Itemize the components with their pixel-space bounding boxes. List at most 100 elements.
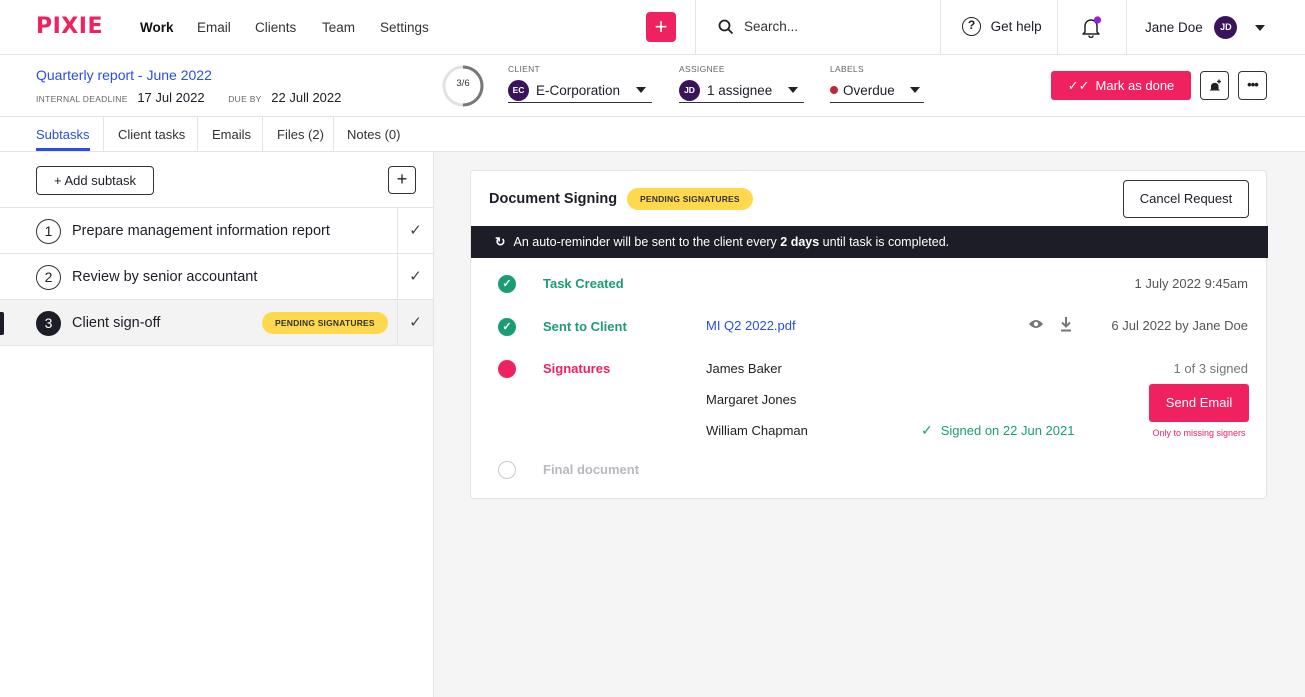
user-menu[interactable]: Jane Doe JD <box>1145 16 1266 39</box>
subtask-row[interactable]: 1 Prepare management information report … <box>0 207 433 254</box>
tab-notes[interactable]: Notes (0) <box>347 127 400 142</box>
view-document-button[interactable] <box>1028 318 1044 333</box>
send-email-button[interactable]: Send Email <box>1149 384 1249 422</box>
document-file-link[interactable]: MI Q2 2022.pdf <box>706 318 796 333</box>
add-subtask-icon-button[interactable]: + <box>388 166 416 194</box>
add-subtask-button[interactable]: + Add subtask <box>36 166 154 195</box>
step-signatures: Signatures <box>543 361 611 376</box>
subtask-number: 2 <box>36 265 61 290</box>
check-icon: ✓ <box>409 268 422 285</box>
get-help-label: Get help <box>990 19 1042 34</box>
complete-check-button[interactable]: ✓ <box>397 254 433 300</box>
complete-check-button[interactable]: ✓ <box>397 208 433 254</box>
client-name: E-Corporation <box>536 82 621 98</box>
due-by-label: DUE BY <box>228 94 262 104</box>
complete-check-button[interactable]: ✓ <box>397 300 433 346</box>
subtask-label: Prepare management information report <box>72 223 330 239</box>
step-task-created: Task Created <box>543 276 624 291</box>
send-email-note: Only to missing signers <box>1152 428 1246 438</box>
labels-label: LABELS <box>830 64 864 74</box>
signer-name: Margaret Jones <box>706 392 797 407</box>
tab-subtasks[interactable]: Subtasks <box>36 127 89 142</box>
cancel-request-button[interactable]: Cancel Request <box>1123 180 1249 218</box>
notifications-button[interactable] <box>1080 16 1102 41</box>
label-value: Overdue <box>843 82 895 98</box>
assignee-value: 1 assignee <box>707 82 773 98</box>
plus-icon: + <box>396 169 408 189</box>
client-dropdown[interactable]: EC E-Corporation <box>508 78 652 103</box>
subtask-label: Client sign-off <box>72 315 161 331</box>
reminder-text-post: until task is completed. <box>819 235 950 249</box>
more-options-button[interactable]: ••• <box>1238 71 1267 100</box>
search-input[interactable]: Search... <box>718 18 798 35</box>
client-field[interactable]: CLIENT EC E-Corporation <box>508 64 652 103</box>
get-help-button[interactable]: ? Get help <box>962 17 1042 36</box>
divider <box>262 117 263 152</box>
nav-clients[interactable]: Clients <box>255 20 296 35</box>
nav-work[interactable]: Work <box>140 20 174 35</box>
user-avatar: JD <box>1214 16 1238 39</box>
reminder-interval: 2 days <box>780 235 820 249</box>
divider <box>1057 0 1058 55</box>
subtasks-panel: + Add subtask + 1 Prepare management inf… <box>0 152 434 697</box>
label-color-dot <box>830 86 838 94</box>
subtask-row[interactable]: 2 Review by senior accountant ✓ <box>0 253 433 300</box>
check-circle-icon: ✓ <box>498 318 516 336</box>
empty-circle-icon <box>498 461 516 479</box>
subtask-label: Review by senior accountant <box>72 269 258 285</box>
tab-client-tasks[interactable]: Client tasks <box>118 127 185 142</box>
tab-emails[interactable]: Emails <box>212 127 251 142</box>
signer-name: William Chapman <box>706 423 808 438</box>
nav-team[interactable]: Team <box>322 20 355 35</box>
assignee-label: ASSIGNEE <box>679 64 725 74</box>
task-title[interactable]: Quarterly report - June 2022 <box>36 67 212 83</box>
chevron-down-icon <box>788 87 798 93</box>
mark-as-done-button[interactable]: ✓✓ Mark as done <box>1051 71 1191 100</box>
user-name: Jane Doe <box>1145 20 1203 35</box>
search-icon <box>718 19 734 34</box>
bell-add-button[interactable] <box>1200 71 1229 100</box>
divider <box>1126 0 1127 55</box>
pixie-logo[interactable]: PIXIE <box>36 14 103 39</box>
labels-dropdown[interactable]: Overdue <box>830 78 924 103</box>
search-placeholder: Search... <box>744 19 799 35</box>
subtask-number: 1 <box>36 219 61 244</box>
subtask-row-selected[interactable]: 3 Client sign-off PENDING SIGNATURES ✓ <box>0 299 433 346</box>
check-icon: ✓ <box>409 222 422 239</box>
document-signing-card: Document Signing PENDING SIGNATURES Canc… <box>470 170 1268 499</box>
labels-field[interactable]: LABELS Overdue <box>830 64 924 103</box>
task-tabs: Subtasks Client tasks Emails Files (2) N… <box>0 117 1305 152</box>
nav-settings[interactable]: Settings <box>380 20 429 35</box>
progress-ring: 3/6 <box>441 64 485 108</box>
download-document-button[interactable] <box>1060 316 1072 335</box>
client-avatar: EC <box>508 79 529 101</box>
chevron-down-icon <box>910 87 920 93</box>
chevron-down-icon <box>1255 24 1266 31</box>
refresh-icon: ↻ <box>495 235 506 249</box>
chevron-down-icon <box>636 87 646 93</box>
assignee-dropdown[interactable]: JD 1 assignee <box>679 78 804 103</box>
check-icon: ✓ <box>409 314 422 331</box>
step-created-date: 1 July 2022 9:45am <box>1134 276 1248 291</box>
status-badge: PENDING SIGNATURES <box>627 188 753 210</box>
auto-reminder-banner: ↻ An auto-reminder will be sent to the cl… <box>471 226 1268 258</box>
signature-count: 1 of 3 signed <box>1173 361 1248 376</box>
tab-files[interactable]: Files (2) <box>277 127 324 142</box>
selected-indicator <box>0 312 4 335</box>
assignee-field[interactable]: ASSIGNEE JD 1 assignee <box>679 64 804 103</box>
assignee-avatar: JD <box>679 79 700 101</box>
client-label: CLIENT <box>508 64 541 74</box>
reminder-text-pre: An auto-reminder will be sent to the cli… <box>513 235 781 249</box>
mark-as-done-label: Mark as done <box>1095 78 1175 93</box>
status-badge: PENDING SIGNATURES <box>262 312 388 334</box>
subtask-number: 3 <box>36 311 61 336</box>
add-new-button[interactable]: + <box>646 12 676 42</box>
step-sent-to-client: Sent to Client <box>543 319 627 334</box>
divider <box>940 0 941 55</box>
divider <box>197 117 198 152</box>
nav-email[interactable]: Email <box>197 20 231 35</box>
help-icon: ? <box>962 17 981 36</box>
divider <box>103 117 104 152</box>
divider <box>333 117 334 152</box>
internal-deadline-value: 17 Jul 2022 <box>137 90 205 105</box>
